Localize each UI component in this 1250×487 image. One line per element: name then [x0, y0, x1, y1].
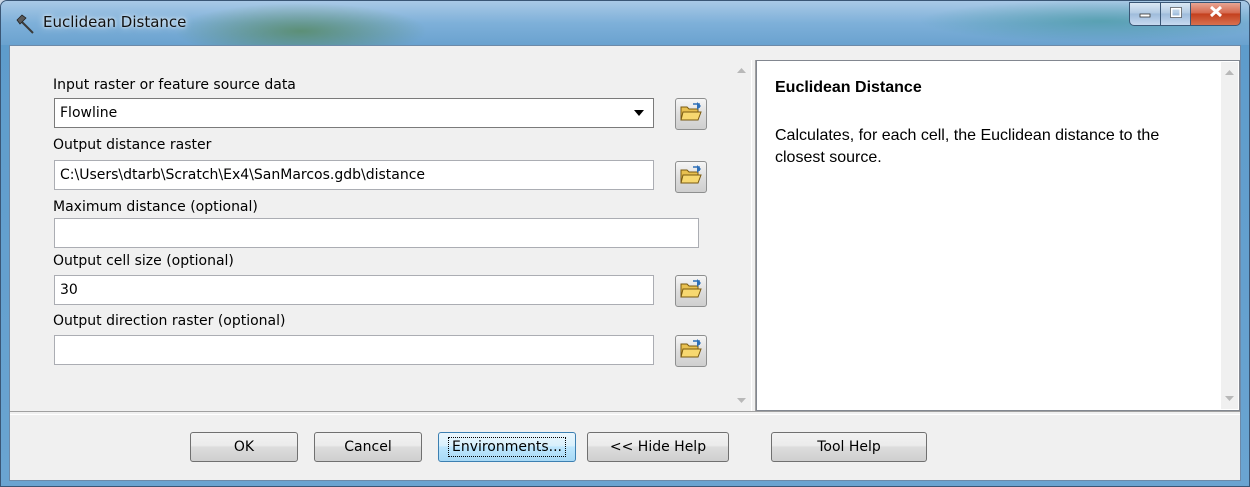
environments-button[interactable]: Environments... [438, 432, 576, 462]
cell-size-value: 30 [60, 282, 78, 298]
ok-button[interactable]: OK [190, 432, 298, 462]
folder-icon [680, 338, 702, 364]
close-icon [1209, 5, 1223, 23]
input-source-dropdown[interactable]: Flowline [54, 98, 654, 128]
scroll-up-icon[interactable] [733, 62, 750, 79]
output-distance-label: Output distance raster [53, 137, 212, 153]
tool-help-button[interactable]: Tool Help [771, 432, 927, 462]
window-title: Euclidean Distance [43, 13, 187, 31]
dialog-client-area: Input raster or feature source data Flow… [9, 45, 1241, 481]
output-distance-value: C:\Users\dtarb\Scratch\Ex4\SanMarcos.gdb… [60, 167, 426, 183]
scroll-down-icon[interactable] [733, 392, 750, 409]
input-source-browse-button[interactable] [675, 98, 707, 130]
folder-icon [680, 101, 702, 127]
direction-raster-browse-button[interactable] [675, 335, 707, 367]
chevron-down-icon[interactable] [627, 101, 651, 125]
help-title: Euclidean Distance [775, 79, 922, 96]
environments-button-label: Environments... [447, 437, 567, 457]
hide-help-button[interactable]: << Hide Help [587, 432, 729, 462]
ok-button-label: OK [233, 439, 255, 455]
scroll-up-icon[interactable] [1221, 64, 1238, 81]
output-distance-browse-button[interactable] [675, 161, 707, 193]
hide-help-button-label: << Hide Help [609, 439, 707, 455]
input-source-value: Flowline [60, 105, 118, 121]
input-source-label: Input raster or feature source data [53, 77, 296, 93]
cancel-button-label: Cancel [344, 439, 392, 455]
direction-raster-field[interactable] [54, 335, 654, 365]
caption-buttons [1129, 2, 1241, 28]
tool-help-button-label: Tool Help [817, 439, 881, 455]
direction-raster-label: Output direction raster (optional) [53, 313, 286, 329]
cancel-button[interactable]: Cancel [314, 432, 422, 462]
minimize-icon [1139, 5, 1151, 23]
close-button[interactable] [1191, 2, 1241, 26]
max-distance-field[interactable] [54, 218, 699, 248]
dialog-window: Euclidean Distance Input raster or featu… [0, 0, 1250, 487]
title-bar[interactable]: Euclidean Distance [1, 1, 1249, 45]
maximize-button[interactable] [1161, 2, 1191, 26]
cell-size-label: Output cell size (optional) [53, 253, 234, 269]
cell-size-browse-button[interactable] [675, 275, 707, 307]
button-bar-separator [10, 411, 1240, 415]
hammer-tool-icon [15, 13, 37, 35]
folder-icon [680, 164, 702, 190]
parameters-pane: Input raster or feature source data Flow… [22, 60, 751, 411]
help-scrollbar[interactable] [1221, 62, 1238, 409]
folder-icon [680, 278, 702, 304]
maximize-icon [1169, 5, 1182, 23]
help-description: Calculates, for each cell, the Euclidean… [775, 127, 1160, 166]
scroll-down-icon[interactable] [1221, 390, 1238, 407]
max-distance-label: Maximum distance (optional) [53, 199, 258, 215]
parameters-scrollbar[interactable] [733, 60, 750, 411]
cell-size-field[interactable]: 30 [54, 275, 654, 305]
output-distance-field[interactable]: C:\Users\dtarb\Scratch\Ex4\SanMarcos.gdb… [54, 160, 654, 190]
help-pane: Euclidean Distance Calculates, for each … [756, 60, 1240, 411]
minimize-button[interactable] [1129, 2, 1161, 26]
